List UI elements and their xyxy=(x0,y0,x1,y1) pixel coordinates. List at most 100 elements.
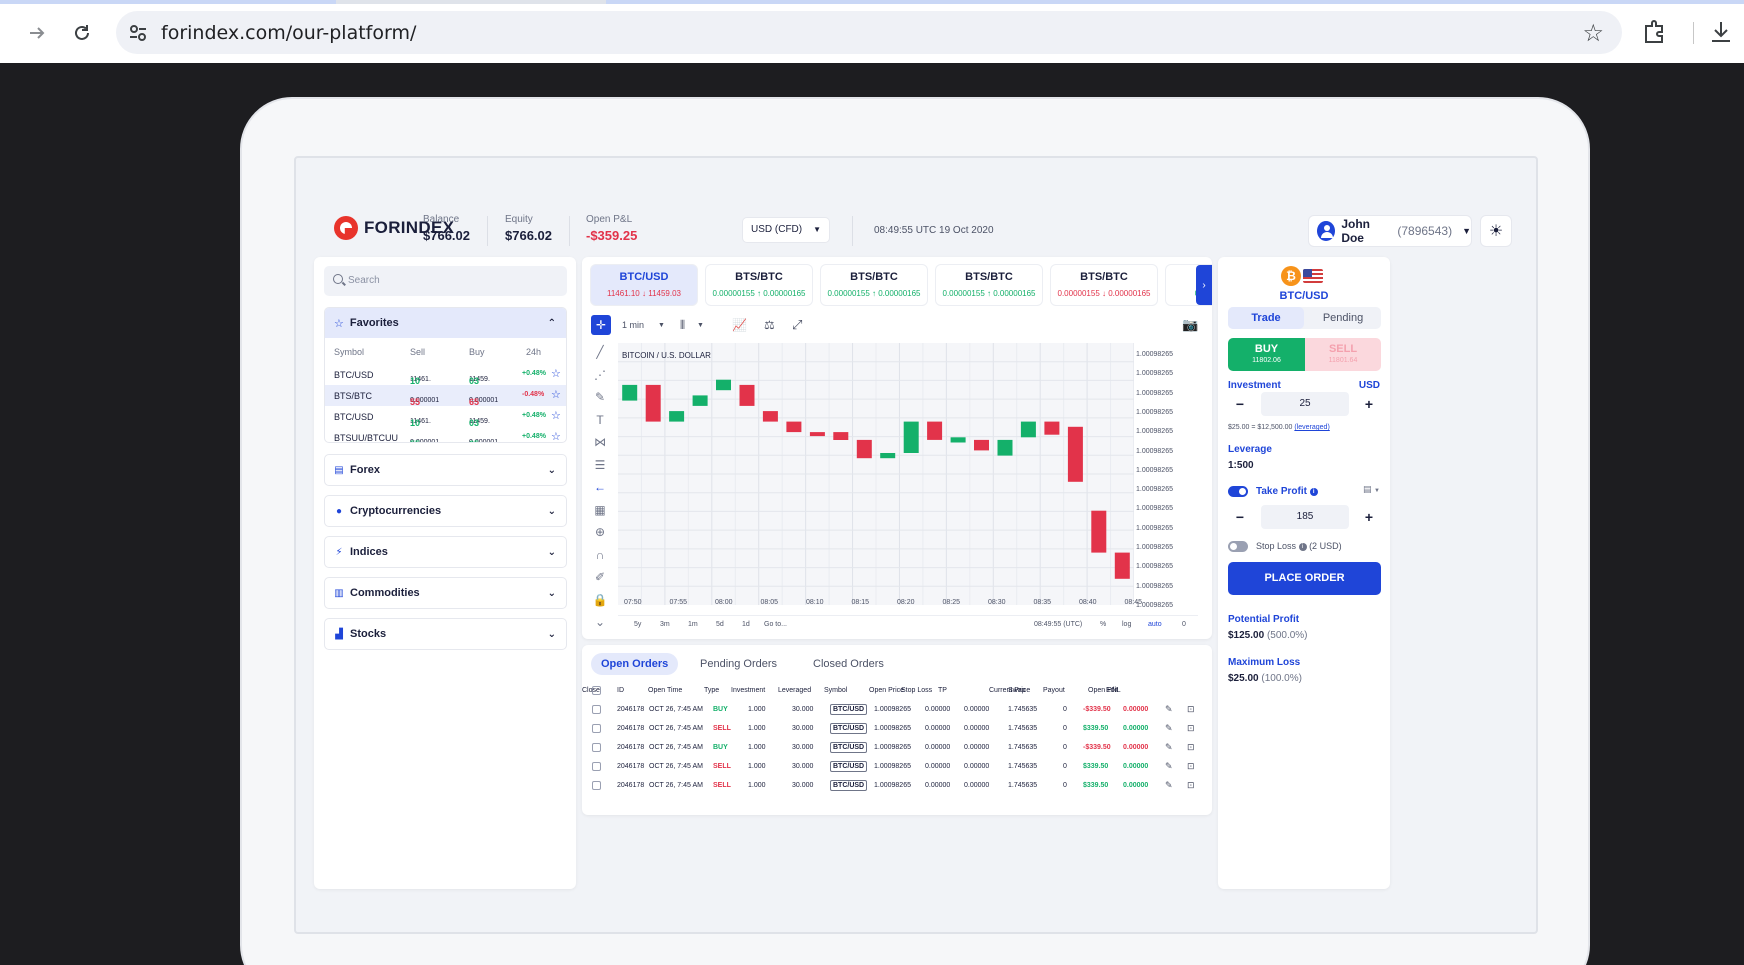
ticker-bts-btc[interactable]: BTS/BTC 0.00000155 ↓ 0.00000165 xyxy=(1051,265,1157,305)
favorite-row[interactable]: BTC/USD 11461. 10 11459. 03 +0.48% ☆ xyxy=(325,406,566,428)
candle-down[interactable] xyxy=(786,421,802,433)
order-row[interactable]: 2046178 OCT 26, 7:45 AM BUY 1.000 30.000 BTC/… xyxy=(582,739,1212,757)
reload-icon[interactable] xyxy=(67,18,97,48)
candle-down[interactable] xyxy=(1044,421,1060,435)
goto-date[interactable]: Go to... xyxy=(764,621,787,628)
close-order-icon[interactable]: ⊡ xyxy=(1187,704,1195,715)
ticker-btc-usd[interactable]: BTC/USD 11461.10 ↓ 11459.03 xyxy=(591,265,697,305)
candle-down[interactable] xyxy=(1067,426,1083,482)
investment-input[interactable]: 25 xyxy=(1261,392,1349,416)
compare-scale-icon[interactable]: ⚖ xyxy=(764,315,775,335)
category-indices[interactable]: ⚡ Indices ⌄ xyxy=(324,536,567,568)
text-tool-icon[interactable]: T xyxy=(590,413,610,436)
leveraged-link[interactable]: (leveraged) xyxy=(1294,424,1329,431)
candle-down[interactable] xyxy=(927,421,943,440)
col-symbol[interactable]: Symbol xyxy=(824,687,847,694)
candle-up[interactable] xyxy=(622,384,638,401)
candlestick-chart[interactable] xyxy=(618,343,1135,605)
category-cryptocurrencies[interactable]: ● Cryptocurrencies ⌄ xyxy=(324,495,567,527)
range-1m[interactable]: 1m xyxy=(688,621,698,628)
candle-up[interactable] xyxy=(692,395,708,406)
edit-pencil-icon[interactable]: ✎ xyxy=(1165,704,1173,715)
zoom-in-icon[interactable]: ⊕ xyxy=(590,525,610,548)
candle-up[interactable] xyxy=(903,421,919,453)
arrow-left-icon[interactable]: ← xyxy=(590,480,610,503)
favorite-row[interactable]: BTSUU/BTCUU0.000001550.00000165+0.48%☆ xyxy=(325,427,566,442)
candle-down[interactable] xyxy=(1091,510,1107,553)
measure-icon[interactable]: ▦ xyxy=(590,503,610,526)
col-type[interactable]: Type xyxy=(704,687,719,694)
order-row[interactable]: 2046178 OCT 26, 7:45 AM BUY 1.000 30.000 BTC/… xyxy=(582,701,1212,719)
category-forex[interactable]: ▤ Forex ⌄ xyxy=(324,454,567,486)
candle-up[interactable] xyxy=(716,379,731,391)
info-icon[interactable]: i xyxy=(1309,488,1318,496)
candle-down[interactable] xyxy=(1114,552,1130,579)
tab-pending[interactable]: Pending xyxy=(1305,307,1381,329)
user-menu[interactable]: John Doe (7896543) ▼ xyxy=(1309,216,1471,246)
fib-tool-icon[interactable]: ⋰ xyxy=(590,368,610,391)
close-order-icon[interactable]: ⊡ xyxy=(1187,723,1195,734)
col-close[interactable]: Close xyxy=(582,687,600,694)
stop-loss-toggle[interactable] xyxy=(1228,541,1248,552)
row-checkbox[interactable] xyxy=(592,781,601,790)
price-chart[interactable]: BITCOIN / U.S. DOLLAR xyxy=(618,343,1135,605)
order-symbol[interactable]: BTC/USD xyxy=(830,761,868,772)
crosshair-icon[interactable]: ✛ xyxy=(591,315,611,335)
range-3m[interactable]: 3m xyxy=(660,621,670,628)
col-edit[interactable]: Edit xyxy=(1106,687,1118,694)
tab-closed-orders[interactable]: Closed Orders xyxy=(803,653,894,675)
close-order-icon[interactable]: ⊡ xyxy=(1187,742,1195,753)
currency-select[interactable]: USD (CFD) ▼ xyxy=(743,218,829,242)
col-investment[interactable]: Investment xyxy=(731,687,765,694)
take-profit-mode-select[interactable]: ▤ ▼ xyxy=(1363,484,1380,495)
close-order-icon[interactable]: ⊡ xyxy=(1187,780,1195,791)
sell-button[interactable]: SELL 11801.64 xyxy=(1305,338,1381,371)
range-5d[interactable]: 5d xyxy=(716,621,724,628)
auto-scale-toggle[interactable]: auto xyxy=(1148,621,1162,628)
favorite-star-icon[interactable]: ☆ xyxy=(551,388,561,401)
favorite-star-icon[interactable]: ☆ xyxy=(551,367,561,380)
category-stocks[interactable]: ▟ Stocks ⌄ xyxy=(324,618,567,650)
col-tp[interactable]: TP xyxy=(938,687,947,694)
bookmark-star-icon[interactable]: ☆ xyxy=(1582,19,1604,48)
candle-down[interactable] xyxy=(833,432,849,440)
investment-increase-button[interactable]: + xyxy=(1357,392,1381,416)
lock-icon[interactable]: 🔒 xyxy=(590,593,610,616)
order-symbol[interactable]: BTC/USD xyxy=(830,742,868,753)
site-settings-icon[interactable] xyxy=(126,21,150,45)
candle-up[interactable] xyxy=(997,439,1013,456)
order-row[interactable]: 2046178 OCT 26, 7:45 AM SELL 1.000 30.000 BTC… xyxy=(582,720,1212,738)
chevron-down-icon[interactable]: ⌄ xyxy=(590,615,610,638)
url-text[interactable]: forindex.com/our-platform/ xyxy=(161,22,416,44)
take-profit-decrease-button[interactable]: − xyxy=(1228,505,1252,529)
log-scale-toggle[interactable]: log xyxy=(1122,621,1131,628)
fullscreen-icon[interactable]: ⤢ xyxy=(792,315,802,335)
buy-button[interactable]: BUY 11802.06 xyxy=(1228,338,1305,371)
col-stop-loss[interactable]: Stop Loss xyxy=(901,687,932,694)
candle-down[interactable] xyxy=(974,439,989,451)
take-profit-toggle[interactable] xyxy=(1228,486,1248,497)
col-leveraged[interactable]: Leveraged xyxy=(778,687,811,694)
tab-open-orders[interactable]: Open Orders xyxy=(591,653,679,675)
info-icon[interactable]: i xyxy=(1298,543,1307,551)
candle-up[interactable] xyxy=(950,437,966,443)
edit-pencil-icon[interactable]: ✎ xyxy=(1165,742,1173,753)
candle-down[interactable] xyxy=(645,384,661,422)
ticker-bts-btc[interactable]: BTS/BTC 0.00000155 ↑ 0.00000165 xyxy=(706,265,812,305)
edit-pencil-icon[interactable]: ✎ xyxy=(1165,780,1173,791)
close-order-icon[interactable]: ⊡ xyxy=(1187,761,1195,772)
magnet-icon[interactable]: ∩ xyxy=(590,548,610,571)
candle-down[interactable] xyxy=(739,384,755,406)
extensions-icon[interactable] xyxy=(1640,18,1668,46)
row-checkbox[interactable] xyxy=(592,762,601,771)
order-row[interactable]: 2046178 OCT 26, 7:45 AM SELL 1.000 30.000 BTC… xyxy=(582,758,1212,776)
chevron-right-icon[interactable]: › xyxy=(1196,265,1212,305)
tab-background[interactable] xyxy=(606,0,1744,4)
favorite-row[interactable]: BTC/USD 11461. 10 11459. 03 +0.48% ☆ xyxy=(325,364,566,386)
favorite-star-icon[interactable]: ☆ xyxy=(551,430,561,442)
theme-toggle-sun-icon[interactable]: ☀ xyxy=(1481,216,1511,246)
prediction-icon[interactable]: ☰ xyxy=(590,458,610,481)
place-order-button[interactable]: PLACE ORDER xyxy=(1228,562,1381,595)
tab-trade[interactable]: Trade xyxy=(1228,307,1304,329)
indicators-icon[interactable]: 📈 xyxy=(732,315,747,335)
